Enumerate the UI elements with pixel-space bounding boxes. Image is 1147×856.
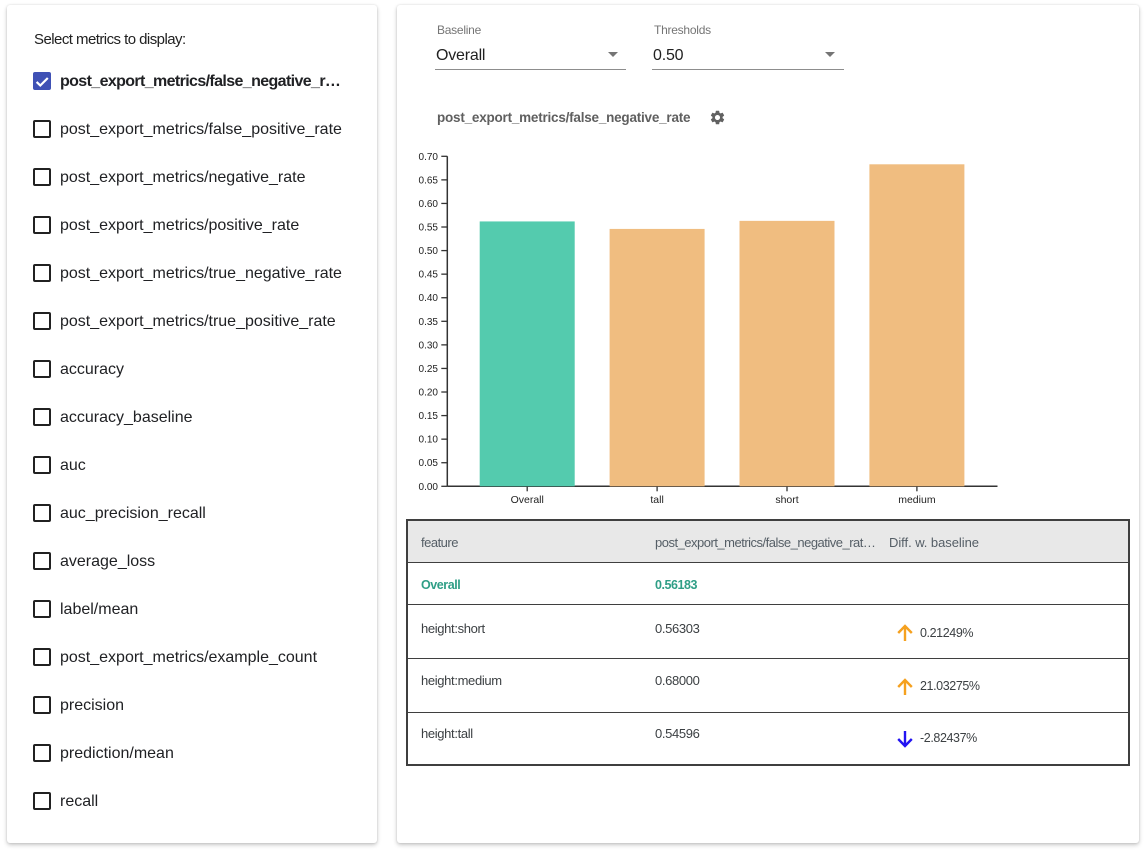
svg-text:0.20: 0.20 (419, 388, 439, 399)
svg-text:0.35: 0.35 (419, 317, 439, 328)
svg-text:0.30: 0.30 (419, 340, 439, 351)
svg-text:0.25: 0.25 (419, 364, 439, 375)
svg-text:0.40: 0.40 (419, 293, 439, 304)
svg-text:short: short (775, 494, 798, 506)
svg-text:tall: tall (650, 494, 663, 506)
svg-text:0.45: 0.45 (419, 270, 439, 281)
svg-text:0.00: 0.00 (419, 482, 439, 493)
svg-text:0.65: 0.65 (419, 175, 439, 186)
svg-text:Overall: Overall (511, 494, 544, 506)
svg-text:0.15: 0.15 (419, 411, 439, 422)
svg-text:0.70: 0.70 (419, 152, 439, 163)
svg-text:0.55: 0.55 (419, 223, 439, 234)
svg-text:0.10: 0.10 (419, 435, 439, 446)
svg-text:0.50: 0.50 (419, 246, 439, 257)
svg-text:0.60: 0.60 (419, 199, 439, 210)
svg-text:0.05: 0.05 (419, 458, 439, 469)
svg-text:medium: medium (898, 494, 936, 506)
